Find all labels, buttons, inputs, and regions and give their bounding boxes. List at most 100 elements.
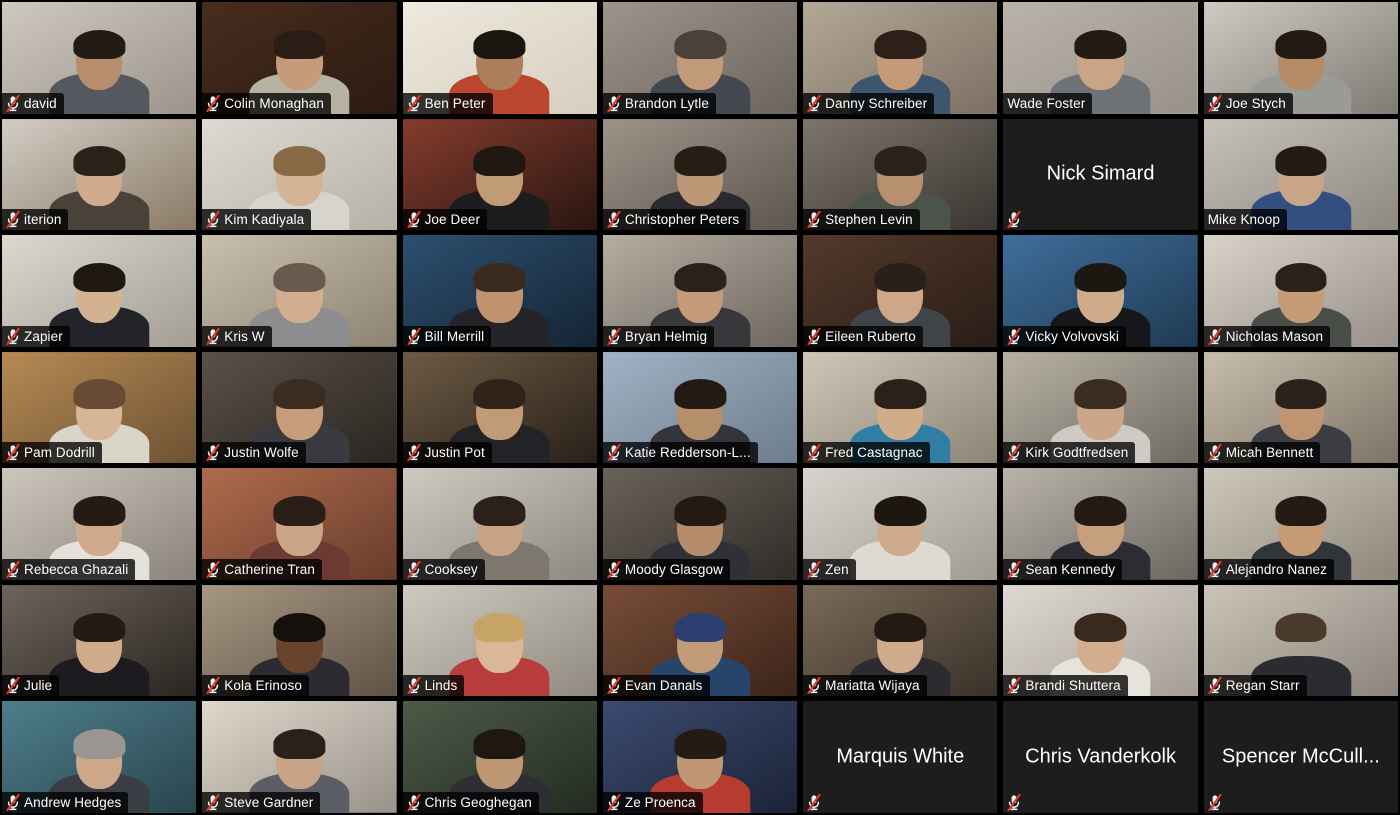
- participant-name: Catherine Tran: [224, 561, 315, 577]
- mic-muted-icon: [1007, 560, 1022, 578]
- avatar-hair: [674, 262, 726, 293]
- participant-tile[interactable]: david: [2, 2, 197, 114]
- avatar-hair: [273, 29, 326, 60]
- avatar-hair: [273, 729, 326, 759]
- participant-name: Fred Castagnac: [825, 445, 923, 461]
- participant-nameplate: Ben Peter: [402, 92, 493, 114]
- participant-tile[interactable]: Zapier: [2, 235, 197, 347]
- participant-tile[interactable]: Mike Knoop: [1203, 118, 1398, 231]
- mic-muted-icon: [607, 793, 621, 811]
- participant-nameplate: Bryan Helmig: [602, 325, 715, 347]
- participant-tile[interactable]: Evan Danals: [602, 584, 798, 697]
- participant-name: Julie: [24, 678, 53, 694]
- participant-name: iterion: [24, 212, 62, 228]
- mic-muted-icon: [807, 327, 821, 345]
- avatar-hair: [674, 729, 726, 759]
- participant-tile[interactable]: Ze Proenca: [602, 701, 798, 813]
- avatar-hair: [874, 262, 927, 293]
- participant-name: Zapier: [24, 328, 63, 344]
- mic-muted-icon: [1007, 444, 1022, 462]
- participant-nameplate: Alejandro Nanez: [1203, 558, 1335, 580]
- avatar-hair: [874, 29, 927, 60]
- participant-nameplate: [1003, 209, 1025, 230]
- participant-nameplate: Joe Deer: [402, 209, 488, 231]
- mic-muted-icon: [6, 560, 20, 578]
- participant-tile[interactable]: Mariatta Wijaya: [803, 584, 998, 697]
- participant-tile[interactable]: Kris W: [202, 235, 397, 347]
- participant-name: Joe Stych: [1225, 95, 1286, 111]
- participant-tile[interactable]: Vicky Volvovski: [1003, 235, 1198, 347]
- participant-nameplate: Brandon Lytle: [602, 92, 716, 114]
- participant-nameplate: Zen: [803, 558, 856, 580]
- participant-tile[interactable]: Christopher Peters: [602, 118, 798, 231]
- participant-name: david: [24, 95, 57, 111]
- participant-tile[interactable]: Regan Starr: [1203, 584, 1398, 697]
- participant-nameplate: Andrew Hedges: [2, 791, 129, 813]
- participant-tile[interactable]: Justin Pot: [402, 351, 597, 464]
- mic-muted-icon: [607, 677, 621, 695]
- participant-nameplate: Brandi Shuttera: [1003, 675, 1128, 697]
- participant-tile[interactable]: Steve Gardner: [202, 701, 397, 813]
- mic-muted-icon: [807, 444, 821, 462]
- participant-tile[interactable]: Micah Bennett: [1203, 351, 1398, 464]
- avatar-hair: [1274, 262, 1327, 293]
- avatar-hair: [1074, 379, 1127, 410]
- participant-tile[interactable]: Bill Merrill: [402, 235, 597, 347]
- participant-tile[interactable]: iterion: [2, 118, 197, 231]
- participant-tile[interactable]: Rebecca Ghazali: [2, 468, 197, 580]
- participant-tile[interactable]: Spencer McCull...: [1203, 701, 1398, 813]
- participant-tile[interactable]: Kola Erinoso: [202, 584, 397, 697]
- participant-tile[interactable]: Nick Simard: [1003, 118, 1198, 231]
- participant-nameplate: Eileen Ruberto: [803, 325, 923, 347]
- participant-tile[interactable]: Brandi Shuttera: [1003, 584, 1198, 697]
- participant-nameplate: iterion: [2, 209, 69, 231]
- participant-tile[interactable]: Eileen Ruberto: [803, 235, 998, 347]
- participant-tile[interactable]: Moody Glasgow: [602, 468, 798, 580]
- participant-name: Danny Schreiber: [825, 95, 928, 111]
- participant-name: Justin Wolfe: [224, 445, 299, 461]
- participant-tile[interactable]: Justin Wolfe: [202, 351, 397, 464]
- mic-muted-icon: [406, 444, 421, 462]
- mic-muted-icon: [1208, 793, 1222, 811]
- participant-tile[interactable]: Catherine Tran: [202, 468, 397, 580]
- mic-muted-icon: [607, 444, 621, 462]
- participant-tile[interactable]: Linds: [402, 584, 597, 697]
- participant-tile[interactable]: Chris Geoghegan: [402, 701, 597, 813]
- participant-tile[interactable]: Ben Peter: [402, 2, 597, 114]
- participant-tile[interactable]: Katie Redderson-L...: [602, 351, 798, 464]
- participant-name: Ze Proenca: [624, 794, 696, 810]
- participant-tile[interactable]: Chris Vanderkolk: [1003, 701, 1198, 813]
- participant-nameplate: Ze Proenca: [602, 791, 703, 813]
- participant-tile[interactable]: Fred Castagnac: [803, 351, 998, 464]
- participant-tile[interactable]: Joe Deer: [402, 118, 597, 231]
- participant-tile[interactable]: Marquis White: [803, 701, 998, 813]
- participant-name: Wade Foster: [1007, 95, 1086, 111]
- participant-tile[interactable]: Andrew Hedges: [2, 701, 197, 813]
- participant-name: Nick Simard: [1046, 162, 1155, 185]
- participant-tile[interactable]: Wade Foster: [1003, 2, 1198, 114]
- participant-tile[interactable]: Zen: [803, 468, 998, 580]
- mic-muted-icon: [807, 793, 821, 811]
- participant-tile[interactable]: Colin Monaghan: [202, 2, 397, 114]
- participant-name: Kola Erinoso: [224, 678, 303, 694]
- participant-nameplate: Stephen Levin: [803, 209, 920, 231]
- participant-tile[interactable]: Kim Kadiyala: [202, 118, 397, 231]
- participant-tile[interactable]: Brandon Lytle: [602, 2, 798, 114]
- avatar-hair: [874, 496, 927, 526]
- participant-tile[interactable]: Kirk Godtfredsen: [1003, 351, 1198, 464]
- participant-name: Rebecca Ghazali: [24, 561, 129, 577]
- participant-tile[interactable]: Joe Stych: [1203, 2, 1398, 114]
- participant-tile[interactable]: Danny Schreiber: [803, 2, 998, 114]
- participant-nameplate: Nicholas Mason: [1203, 325, 1331, 347]
- participant-tile[interactable]: Pam Dodrill: [2, 351, 197, 464]
- participant-tile[interactable]: Stephen Levin: [803, 118, 998, 231]
- participant-tile[interactable]: Sean Kennedy: [1003, 468, 1198, 580]
- participant-tile[interactable]: Julie: [2, 584, 197, 697]
- avatar-hair: [1274, 146, 1327, 176]
- participant-tile[interactable]: Alejandro Nanez: [1203, 468, 1398, 580]
- participant-tile[interactable]: Bryan Helmig: [602, 235, 798, 347]
- mic-muted-icon: [1007, 211, 1022, 229]
- participant-tile[interactable]: Nicholas Mason: [1203, 235, 1398, 347]
- participant-tile[interactable]: Cooksey: [402, 468, 597, 580]
- participant-nameplate: Kola Erinoso: [202, 675, 310, 697]
